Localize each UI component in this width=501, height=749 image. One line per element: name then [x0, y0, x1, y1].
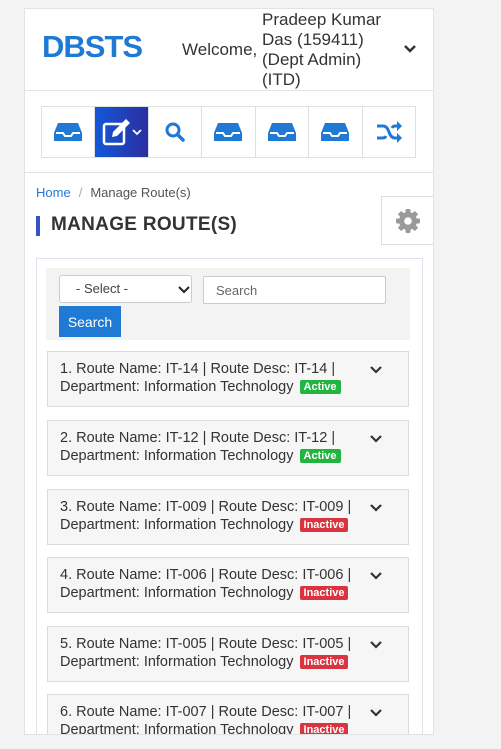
- route-department-text: Department: Information Technology: [60, 379, 294, 395]
- filter-select[interactable]: - Select -: [59, 275, 192, 303]
- toolbar-inbox-button[interactable]: [309, 107, 363, 157]
- route-item[interactable]: 5. Route Name: IT-005 | Route Desc: IT-0…: [47, 626, 409, 682]
- toolbar-edit-button[interactable]: [95, 107, 149, 157]
- inbox-icon: [214, 123, 243, 141]
- inbox-icon: [54, 123, 83, 141]
- breadcrumb: Home / Manage Route(s): [36, 185, 191, 200]
- route-department: Department: Information Technology Inact…: [60, 722, 349, 735]
- route-department: Department: Information Technology Inact…: [60, 517, 349, 533]
- route-department: Department: Information Technology Inact…: [60, 585, 349, 601]
- toolbar-search-button[interactable]: [149, 107, 203, 157]
- route-department: Department: Information Technology Activ…: [60, 379, 341, 395]
- shuffle-icon: [376, 121, 402, 143]
- route-item[interactable]: 2. Route Name: IT-12 | Route Desc: IT-12…: [47, 420, 409, 476]
- route-item[interactable]: 6. Route Name: IT-007 | Route Desc: IT-0…: [47, 694, 409, 735]
- chevron-down-icon[interactable]: [369, 571, 383, 581]
- toolbar-inbox-button[interactable]: [202, 107, 256, 157]
- status-badge: Active: [299, 380, 341, 394]
- route-department: Department: Information Technology Activ…: [60, 448, 341, 464]
- inbox-icon: [321, 123, 350, 141]
- breadcrumb-current: Manage Route(s): [90, 185, 191, 200]
- inbox-icon: [267, 123, 296, 141]
- route-summary: 1. Route Name: IT-14 | Route Desc: IT-14…: [60, 361, 336, 377]
- route-department: Department: Information Technology Inact…: [60, 654, 349, 670]
- route-summary: 6. Route Name: IT-007 | Route Desc: IT-0…: [60, 704, 352, 720]
- chevron-down-icon[interactable]: [369, 640, 383, 650]
- route-summary: 3. Route Name: IT-009 | Route Desc: IT-0…: [60, 499, 352, 515]
- user-name[interactable]: Pradeep Kumar Das (159411) (Dept Admin) …: [262, 10, 402, 90]
- status-badge: Inactive: [299, 723, 349, 734]
- status-badge: Active: [299, 449, 341, 463]
- status-badge: Inactive: [299, 655, 349, 669]
- top-bar: DBSTS Welcome, Pradeep Kumar Das (159411…: [25, 9, 433, 91]
- search-icon: [165, 122, 185, 142]
- toolbar-inbox-button[interactable]: [256, 107, 310, 157]
- title-accent: [36, 216, 40, 236]
- chevron-down-icon[interactable]: [403, 42, 417, 56]
- status-badge: Inactive: [299, 518, 349, 532]
- route-department-text: Department: Information Technology: [60, 654, 294, 670]
- route-department-text: Department: Information Technology: [60, 517, 294, 533]
- gear-icon: [396, 208, 420, 233]
- route-summary: 4. Route Name: IT-006 | Route Desc: IT-0…: [60, 567, 352, 583]
- chevron-down-icon[interactable]: [369, 434, 383, 444]
- chevron-down-icon[interactable]: [369, 365, 383, 375]
- breadcrumb-home-link[interactable]: Home: [36, 185, 71, 200]
- route-summary: 5. Route Name: IT-005 | Route Desc: IT-0…: [60, 636, 352, 652]
- divider: [25, 172, 433, 173]
- welcome-text: Welcome,: [182, 40, 258, 59]
- route-department-text: Department: Information Technology: [60, 448, 294, 464]
- route-summary: 2. Route Name: IT-12 | Route Desc: IT-12…: [60, 430, 336, 446]
- chevron-down-icon[interactable]: [369, 503, 383, 513]
- status-badge: Inactive: [299, 586, 349, 600]
- search-button[interactable]: Search: [59, 306, 121, 337]
- logo: DBSTS: [42, 29, 143, 64]
- toolbar-shuffle-button[interactable]: [363, 107, 415, 157]
- page-title: MANAGE ROUTE(S): [51, 214, 238, 235]
- toolbar: [41, 106, 416, 158]
- route-item[interactable]: 4. Route Name: IT-006 | Route Desc: IT-0…: [47, 557, 409, 613]
- search-input[interactable]: [203, 276, 386, 304]
- toolbar-inbox-button[interactable]: [42, 107, 96, 157]
- edit-icon: [102, 119, 130, 146]
- chevron-down-icon: [178, 286, 190, 294]
- chevron-down-icon: [131, 129, 142, 136]
- chevron-down-icon[interactable]: [369, 708, 383, 718]
- route-department-text: Department: Information Technology: [60, 585, 294, 601]
- app-window: DBSTS Welcome, Pradeep Kumar Das (159411…: [24, 8, 434, 735]
- breadcrumb-separator: /: [78, 185, 83, 200]
- settings-button[interactable]: [381, 196, 433, 245]
- route-item[interactable]: 1. Route Name: IT-14 | Route Desc: IT-14…: [47, 351, 409, 407]
- route-item[interactable]: 3. Route Name: IT-009 | Route Desc: IT-0…: [47, 489, 409, 545]
- route-department-text: Department: Information Technology: [60, 722, 294, 735]
